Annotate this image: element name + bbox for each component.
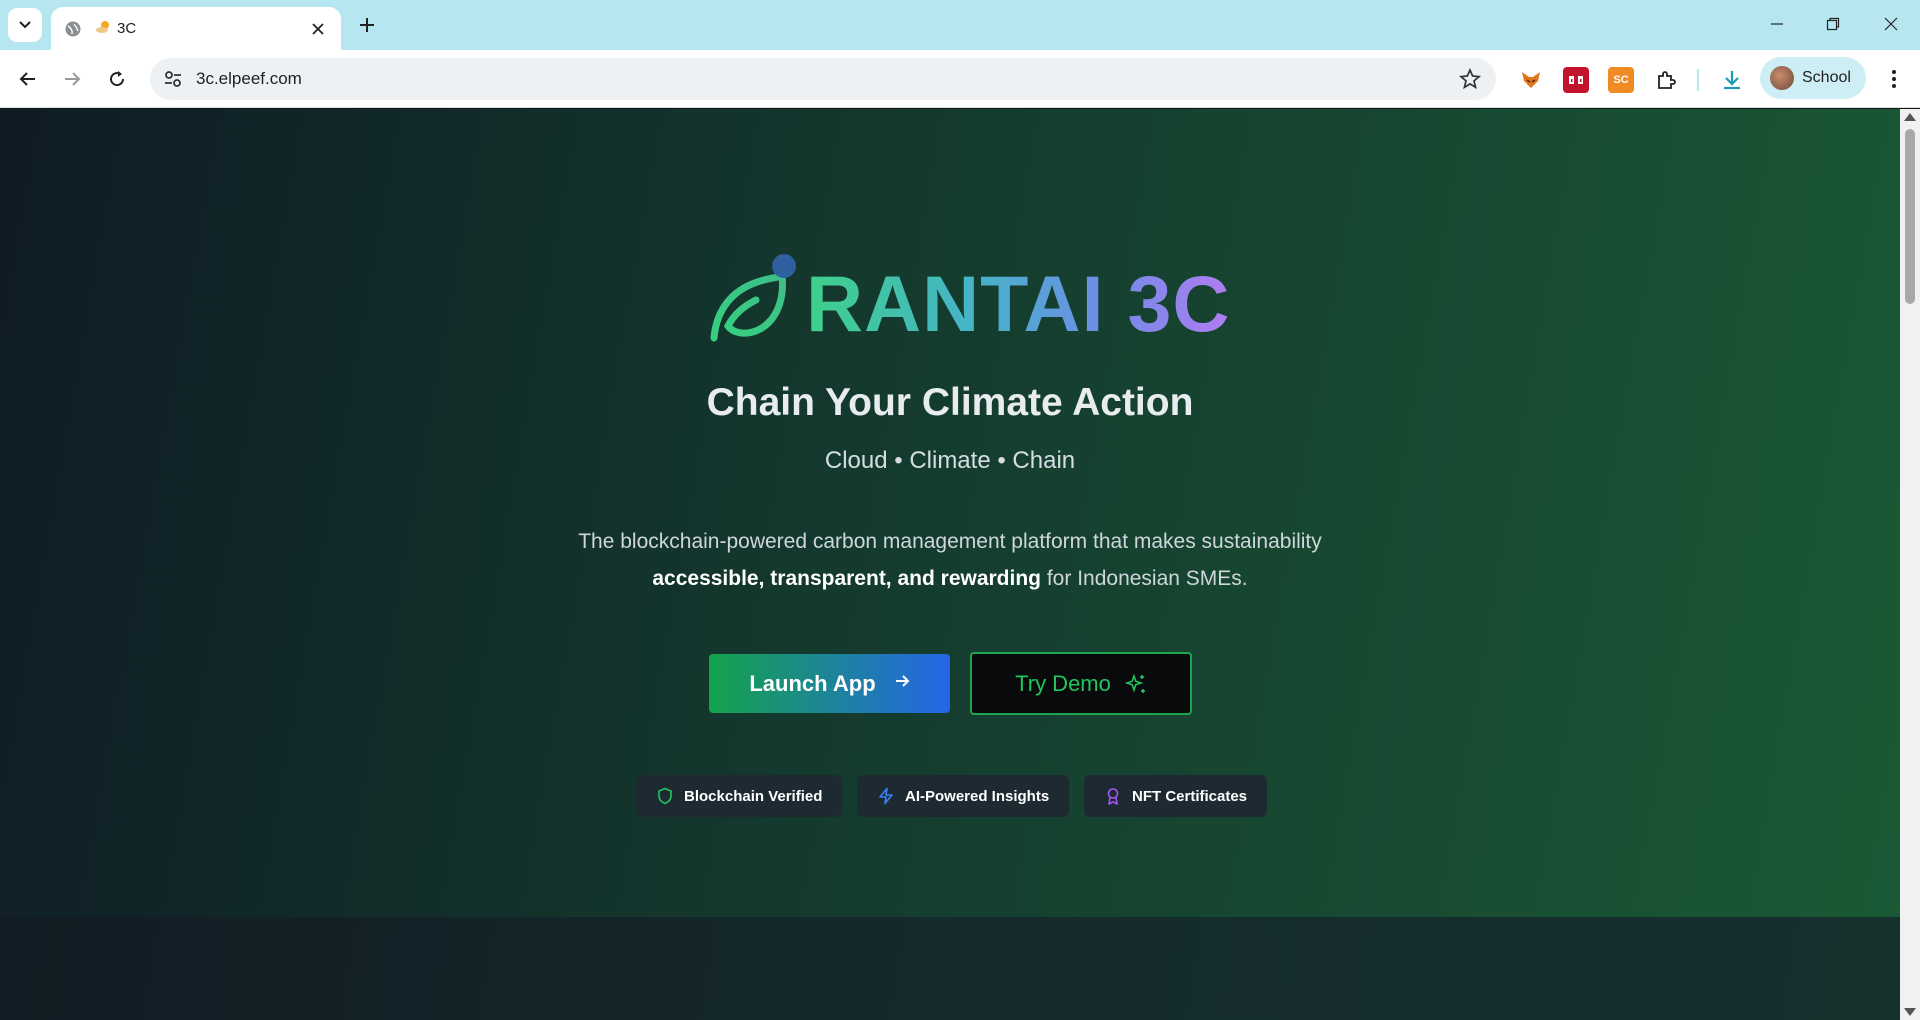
badge-label: NFT Certificates [1132,787,1248,805]
globe-icon [63,19,83,39]
url-text[interactable]: 3c.elpeef.com [196,69,302,89]
brand-name: RANTAI 3C [806,259,1231,348]
restore-button[interactable] [1804,0,1862,48]
tab-strip: 3C [0,0,1920,50]
lightning-icon [879,787,893,805]
hero-tagline: Cloud • Climate • Chain [824,447,1076,474]
badge-nft-certificates: NFT Certificates [1084,775,1268,817]
red-extension-icon[interactable] [1563,67,1589,93]
minimize-icon [1771,23,1783,25]
tab-title: 3C [117,20,137,37]
plus-icon [360,18,374,32]
reload-button[interactable] [101,63,133,95]
minimize-button[interactable] [1748,0,1806,48]
new-tab-button[interactable] [354,12,380,38]
browser-toolbar: 3c.elpeef.com SC School [0,50,1920,108]
hero-description-emphasis: accessible, transparent, and rewarding [652,567,1042,590]
badge-label: Blockchain Verified [684,787,823,805]
sun-cloud-icon [95,19,111,38]
launch-app-button[interactable]: Launch App [709,654,950,713]
sparkles-icon [1124,673,1145,693]
tab-search-button[interactable] [8,8,42,42]
scroll-up-arrow-icon[interactable] [1904,113,1916,121]
toolbar-separator [1697,69,1699,91]
brand-logo: RANTAI 3C [710,254,1229,344]
restore-icon [1826,17,1840,31]
arrow-right-icon [894,672,910,695]
next-section [0,917,1900,1020]
sc-extension-label: SC [1613,74,1629,86]
site-settings-icon[interactable] [162,68,184,90]
chevron-down-icon [19,21,31,29]
hero-description-rest: for Indonesian SMEs. [1041,567,1248,590]
close-icon [1884,17,1898,31]
sc-extension-icon[interactable]: SC [1608,67,1634,93]
reload-icon [110,71,125,87]
try-demo-button[interactable]: Try Demo [970,652,1192,715]
more-vert-icon [1892,70,1896,88]
badge-ai-powered-insights: AI-Powered Insights [857,775,1070,817]
award-icon [1107,788,1119,805]
back-button[interactable] [12,63,44,95]
scroll-down-arrow-icon[interactable] [1904,1008,1916,1016]
launch-app-label: Launch App [749,670,876,696]
avatar [1770,66,1794,90]
browser-tab[interactable]: 3C [51,7,341,50]
hero-headline: Chain Your Climate Action [706,381,1194,424]
scrollbar-thumb[interactable] [1905,129,1915,304]
leaf-icon [710,254,796,342]
fox-extension-icon[interactable] [1518,67,1544,93]
close-tab-icon[interactable] [307,18,329,40]
close-window-button[interactable] [1862,0,1920,48]
page-scrollbar[interactable] [1900,109,1920,1020]
browser-menu-button[interactable] [1880,65,1908,93]
arrow-right-icon [65,72,81,86]
profile-name: School [1802,69,1851,86]
page-content: RANTAI 3C Chain Your Climate Action Clou… [0,109,1900,1020]
try-demo-label: Try Demo [1015,670,1111,696]
bookmark-star-icon[interactable] [1458,67,1482,91]
hero-description: The blockchain-powered carbon management… [0,523,1900,597]
hero-description-line2: accessible, transparent, and rewarding f… [0,560,1900,597]
forward-button[interactable] [56,63,88,95]
hero-description-line1: The blockchain-powered carbon management… [578,530,1322,553]
shield-icon [658,787,672,805]
download-icon[interactable] [1719,67,1745,93]
address-bar[interactable]: 3c.elpeef.com [150,58,1496,100]
puzzle-icon[interactable] [1653,67,1679,93]
arrow-left-icon [19,72,35,86]
badge-blockchain-verified: Blockchain Verified [636,775,843,817]
badge-label: AI-Powered Insights [905,787,1050,805]
profile-button[interactable]: School [1760,57,1866,99]
